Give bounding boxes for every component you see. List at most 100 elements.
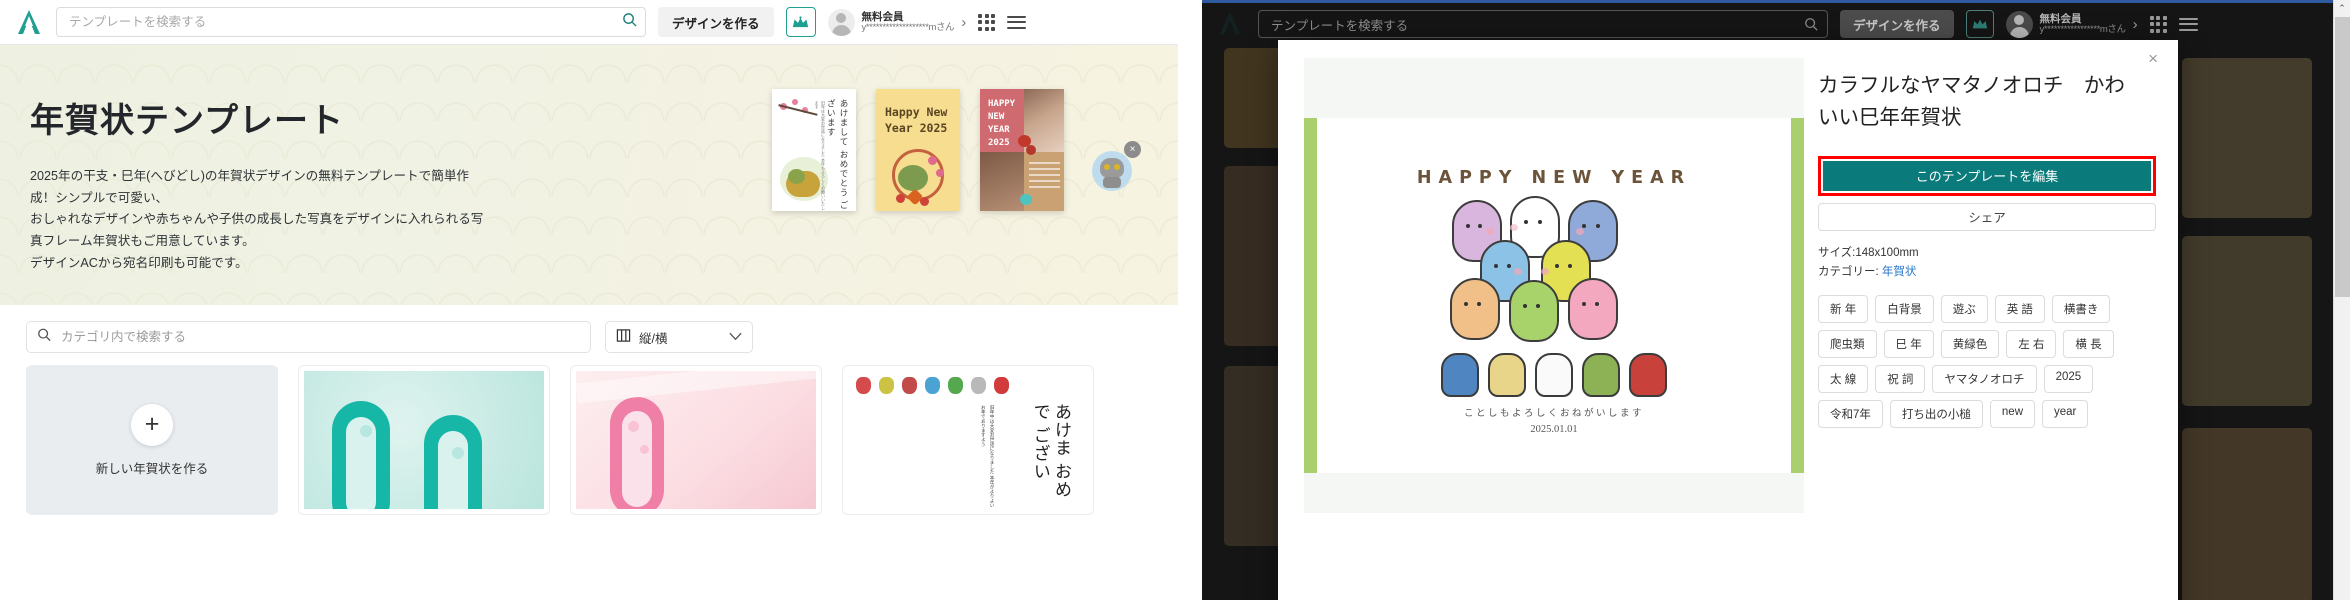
page-title: 年賀状テンプレート: [30, 102, 344, 140]
tag-item[interactable]: 巳 年: [1883, 330, 1934, 359]
crown-icon[interactable]: [785, 7, 816, 37]
tag-item[interactable]: 横 長: [2063, 330, 2114, 359]
hero-description: 2025年の干支・巳年(へびどし)の年賀状デザインの無料テンプレートで簡単作 成…: [30, 169, 484, 270]
hamburger-menu-icon[interactable]: [2178, 17, 2198, 31]
hero-card-3-caption: HAPPY NEW YEAR 2025: [980, 89, 1024, 153]
right-site-header: テンプレートを検索する デザインを作る 無料会員 y**************…: [1202, 3, 2320, 45]
right-user-info: 無料会員 y*****************mさん: [2039, 12, 2127, 36]
avatar: [2005, 10, 2033, 38]
tag-item[interactable]: 太 線: [1818, 365, 1869, 394]
hero-card-3[interactable]: HAPPY NEW YEAR 2025: [980, 89, 1064, 211]
vertical-scrollbar[interactable]: ⌃: [2333, 0, 2350, 600]
user-email-label: y*******************mさん: [861, 21, 955, 33]
tag-item[interactable]: 白背景: [1875, 295, 1934, 324]
tag-item[interactable]: 爬虫類: [1818, 330, 1877, 359]
edit-template-button[interactable]: このテンプレートを編集: [1823, 160, 2151, 191]
grid-apps-icon[interactable]: [2149, 15, 2167, 33]
robot-assistant-icon[interactable]: ×: [1092, 141, 1141, 191]
scrollbar-thumb[interactable]: [2335, 17, 2350, 297]
template-card-4-vtext: あけま おめで ござい: [1030, 403, 1071, 499]
left-browser-pane: デザインを作る 無料会員 y*******************mさん › 年…: [0, 0, 1190, 600]
card-snake-illustration: [1317, 196, 1791, 342]
template-thumb: [304, 371, 544, 509]
tag-item[interactable]: new: [1989, 400, 2036, 429]
template-card-4[interactable]: あけま おめで ござい 旧年中は大変お世話になりました 本年がよりよいお年であり…: [842, 365, 1094, 515]
template-card-4-stext: 旧年中は大変お世話になりました 本年がよりよいお年でありますよう: [981, 405, 995, 508]
edit-button-highlight: このテンプレートを編集: [1818, 155, 2156, 196]
chevron-down-icon: [729, 330, 742, 344]
design-ac-logo[interactable]: [1216, 9, 1246, 39]
header-search-input[interactable]: [56, 7, 646, 37]
template-thumb: あけま おめで ござい 旧年中は大変お世話になりました 本年がよりよいお年であり…: [848, 371, 1088, 509]
hamburger-menu-icon[interactable]: [1007, 15, 1027, 29]
make-design-button[interactable]: デザインを作る: [658, 7, 774, 37]
template-card-4-icons: [848, 371, 1088, 394]
tag-item[interactable]: 祝 詞: [1875, 365, 1926, 394]
orientation-select[interactable]: 縦/横: [605, 321, 753, 353]
tag-item[interactable]: 令和7年: [1818, 400, 1883, 429]
card-headline: HAPPY NEW YEAR: [1416, 168, 1692, 188]
avatar: [827, 8, 855, 36]
orientation-icon: [616, 328, 631, 346]
category-search-input[interactable]: [26, 321, 591, 353]
category-link[interactable]: 年賀状: [1882, 266, 1917, 278]
user-account-box[interactable]: 無料会員 y*******************mさん ›: [827, 8, 966, 36]
right-search-input[interactable]: テンプレートを検索する: [1258, 10, 1828, 38]
screenshot-stage: デザインを作る 無料会員 y*******************mさん › 年…: [0, 0, 2350, 600]
user-plan-label: 無料会員: [861, 10, 904, 23]
tag-item[interactable]: ヤマタノオロチ: [1932, 365, 2037, 394]
modal-metadata: サイズ:148x100mm カテゴリー: 年賀状: [1818, 244, 2156, 282]
hero-card-3-photo-2: [980, 152, 1024, 211]
hero-card-1[interactable]: あけまして おめでとう ございます 旧年は大変お世話になりました 本年もよろしく…: [772, 89, 856, 211]
browser-top-border: [1202, 0, 2350, 3]
scroll-up-arrow[interactable]: ⌃: [2334, 0, 2350, 17]
modal-info-column: × カラフルなヤマタノオロチ かわいい巳年年賀状 このテンプレートを編集 シェア…: [1818, 40, 2178, 600]
tag-item[interactable]: year: [2042, 400, 2089, 429]
tag-item[interactable]: 黄緑色: [1940, 330, 2000, 359]
right-make-design-button[interactable]: デザインを作る: [1840, 10, 1954, 38]
new-template-label: 新しい年賀状を作る: [95, 461, 209, 476]
hero-text-block: 年賀状テンプレート 2025年の干支・巳年(へびどし)の年賀状デザインの無料テン…: [0, 45, 600, 274]
card-date: 2025.01.01: [1530, 424, 1578, 435]
hero-card-2[interactable]: Happy New Year 2025: [876, 89, 960, 211]
robot-close-icon[interactable]: ×: [1124, 141, 1141, 158]
search-icon[interactable]: [1804, 17, 1818, 34]
tag-list: 新 年 白背景 遊ぶ 英 語 横書き 爬虫類 巳 年 黄緑色 左 右 横 長 太…: [1818, 295, 2156, 429]
tag-item[interactable]: 遊ぶ: [1940, 295, 1988, 324]
hero-banner: 年賀状テンプレート 2025年の干支・巳年(へびどし)の年賀状デザインの無料テン…: [0, 45, 1190, 305]
right-user-account-box[interactable]: 無料会員 y*****************mさん ›: [2005, 10, 2138, 38]
hero-card-2-caption: Happy New Year 2025: [885, 105, 948, 135]
search-icon: [37, 328, 51, 347]
plus-icon: +: [131, 403, 173, 446]
user-info: 無料会員 y*******************mさん: [862, 11, 955, 34]
user-email-label: y*****************mさん: [2039, 23, 2127, 35]
user-plan-label: 無料会員: [2039, 12, 2082, 25]
template-card-2[interactable]: [298, 365, 550, 515]
new-template-tile[interactable]: + 新しい年賀状を作る: [26, 365, 278, 515]
tag-item[interactable]: 打ち出の小槌: [1889, 400, 1983, 429]
close-icon[interactable]: ×: [2148, 50, 2158, 67]
hero-card-1-caption: あけまして おめでとう ございます: [826, 99, 849, 211]
tag-item[interactable]: 新 年: [1818, 295, 1869, 324]
tag-item[interactable]: 英 語: [1994, 295, 2045, 324]
template-thumb: [576, 371, 816, 509]
pane-divider: [1178, 0, 1190, 600]
tag-item[interactable]: 左 右: [2006, 330, 2057, 359]
design-ac-logo[interactable]: [14, 7, 44, 37]
hero-card-1-sub: 旧年は大変お世話になりました 本年もよろしくお願いいたします: [814, 101, 826, 211]
site-header: デザインを作る 無料会員 y*******************mさん ›: [0, 0, 1190, 45]
template-preview[interactable]: HAPPY NEW YEAR ことしもよろしくおねがいします 2025.01.0…: [1304, 58, 1804, 513]
template-grid: + 新しい年賀状を作る あけま おめで ござい 旧年中は大変お世話になりました …: [0, 365, 1190, 515]
filter-bar: 縦/横: [0, 305, 1190, 365]
right-browser-pane: テンプレートを検索する デザインを作る 無料会員 y**************…: [1202, 0, 2350, 600]
template-card-3[interactable]: [570, 365, 822, 515]
chevron-right-icon[interactable]: ›: [961, 14, 966, 31]
share-button[interactable]: シェア: [1818, 202, 2156, 231]
tag-item[interactable]: 横書き: [2051, 295, 2111, 324]
search-icon[interactable]: [622, 12, 637, 32]
tag-item[interactable]: 2025: [2043, 365, 2094, 394]
crown-icon[interactable]: [1965, 10, 1994, 38]
modal-preview-column: HAPPY NEW YEAR ことしもよろしくおねがいします 2025.01.0…: [1278, 40, 1818, 600]
grid-apps-icon[interactable]: [978, 13, 996, 31]
chevron-right-icon[interactable]: ›: [2133, 16, 2138, 33]
